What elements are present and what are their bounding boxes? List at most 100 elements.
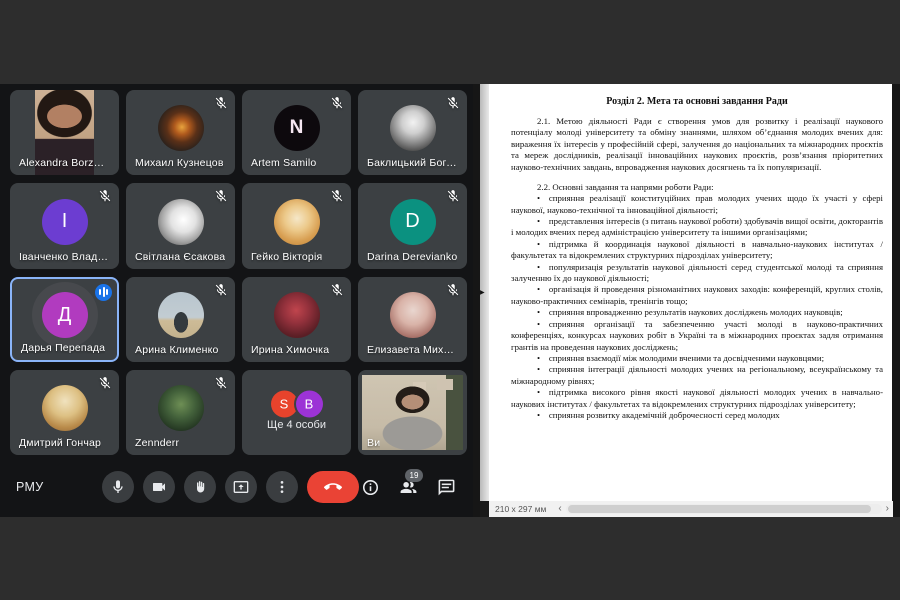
participant-tile-alexandra[interactable]: Alexandra Borzova (10, 90, 119, 176)
mic-muted-icon (214, 189, 228, 203)
participant-name: Світлана Єсакова (135, 250, 226, 263)
participant-name: Ирина Химочка (251, 343, 330, 356)
avatar (273, 291, 320, 338)
avatar-initial: Д (41, 292, 88, 339)
avatar-initial: D (389, 198, 436, 245)
overflow-avatars: S B (270, 390, 323, 418)
bullet-item: сприяння організації та забезпеченню уча… (511, 319, 883, 353)
meet-window: Alexandra Borzova Михаил Кузнецов N Arte… (0, 84, 473, 517)
mic-muted-icon (446, 96, 460, 110)
bullet-item: сприяння впровадженню результатів науков… (511, 307, 883, 318)
participant-name: Баклицький Богдан (367, 157, 458, 170)
bullet-item: сприяння реалізації конституційних прав … (511, 193, 883, 216)
mic-muted-icon (214, 96, 228, 110)
participant-tile[interactable]: Баклицький Богдан (358, 90, 467, 176)
call-end-icon (324, 478, 342, 496)
mic-muted-icon (214, 283, 228, 297)
participant-tile[interactable]: Елизавета Михайл... (358, 276, 467, 362)
bullet-item: організація й проведення різноманітних н… (511, 284, 883, 307)
participant-tile[interactable]: Арина Клименко (126, 276, 235, 362)
participant-tile[interactable]: Ирина Химочка (242, 276, 351, 362)
info-icon (361, 478, 380, 497)
participant-tile[interactable]: Zennderr (126, 369, 235, 455)
bullet-item: представлення інтересів (з питань науков… (511, 216, 883, 239)
bullet-item: сприяння розвитку академічній доброчесно… (511, 410, 883, 421)
chat-button[interactable] (435, 476, 457, 498)
camera-icon (151, 479, 167, 495)
participant-name: Darina Derevianko (367, 250, 458, 263)
participant-name: Дарья Перепада (21, 341, 106, 354)
meeting-details-button[interactable] (359, 476, 381, 498)
page-size-label: 210 x 297 мм (495, 504, 547, 514)
scroll-left-arrow[interactable]: ‹ (554, 502, 565, 516)
bullet-item: підтримка високого рівня якості наукової… (511, 387, 883, 410)
participant-grid: Alexandra Borzova Михаил Кузнецов N Arte… (0, 84, 473, 461)
bottom-letterbox (0, 517, 900, 600)
present-screen-button[interactable] (225, 471, 257, 503)
participant-name: Гейко Вікторія (251, 250, 323, 263)
participant-tile[interactable]: Гейко Вікторія (242, 183, 351, 269)
overflow-participants-tile[interactable]: S B Ще 4 особи (242, 369, 351, 455)
mic-muted-icon (330, 189, 344, 203)
document-page: Розділ 2. Мета та основні завдання Ради … (489, 84, 892, 501)
avatar (157, 198, 204, 245)
speaking-indicator-icon (95, 283, 112, 301)
participant-tile[interactable]: І Іванченко Владисл... (10, 183, 119, 269)
mic-muted-icon (98, 376, 112, 390)
screen: Alexandra Borzova Михаил Кузнецов N Arte… (0, 0, 900, 600)
bullet-item: популяризація результатів наукової діяль… (511, 262, 883, 285)
content-area: Alexandra Borzova Михаил Кузнецов N Arte… (0, 84, 900, 517)
avatar (157, 385, 204, 432)
participants-button[interactable]: 19 (397, 469, 423, 498)
participant-name: Михаил Кузнецов (135, 157, 224, 170)
participant-name: Елизавета Михайл... (367, 343, 458, 356)
participant-name: Artem Samilo (251, 157, 317, 170)
paragraph: 2.1. Метою діяльності Ради є створення у… (511, 116, 883, 172)
mic-muted-icon (98, 189, 112, 203)
participant-tile[interactable]: Світлана Єсакова (126, 183, 235, 269)
participant-name: Zennderr (135, 437, 180, 449)
meet-control-bar: РМУ 19 (0, 461, 473, 517)
avatar (157, 291, 204, 338)
avatar (389, 105, 436, 152)
viewer-right-edge (892, 84, 900, 517)
participant-name: Арина Клименко (135, 343, 219, 356)
avatar: N (273, 105, 320, 152)
horizontal-scrollbar[interactable] (565, 504, 882, 514)
mic-muted-icon (446, 283, 460, 297)
avatar (41, 385, 88, 432)
microphone-button[interactable] (102, 471, 134, 503)
document-viewer: ▶ Розділ 2. Мета та основні завдання Рад… (473, 84, 900, 517)
scrollbar-thumb[interactable] (567, 505, 872, 513)
participant-tile[interactable]: N Artem Samilo (242, 90, 351, 176)
paragraph: 2.2. Основні завдання та напрями роботи … (537, 181, 714, 192)
document-heading: Розділ 2. Мета та основні завдання Ради (606, 96, 788, 107)
meeting-code-label: РМУ (16, 480, 44, 494)
more-options-button[interactable] (266, 471, 298, 503)
camera-button[interactable] (143, 471, 175, 503)
mic-muted-icon (214, 376, 228, 390)
document-statusbar: 210 x 297 мм ‹ › (489, 501, 893, 517)
end-call-button[interactable] (307, 471, 359, 503)
bullet-item: сприяння взаємодії між молодими вченими … (511, 353, 883, 364)
avatar (273, 198, 320, 245)
raise-hand-button[interactable] (184, 471, 216, 503)
participant-tile[interactable]: Дмитрий Гончар (10, 369, 119, 455)
avatar (157, 105, 204, 152)
mic-icon (110, 479, 126, 495)
participant-count-badge: 19 (405, 469, 423, 482)
hand-icon (192, 479, 208, 495)
top-letterbox (0, 0, 900, 84)
scroll-right-arrow[interactable]: › (882, 502, 893, 516)
bullet-item: підтримка й координація наукової діяльно… (511, 239, 883, 262)
overflow-avatar: S (270, 390, 298, 418)
participant-tile[interactable]: Михаил Кузнецов (126, 90, 235, 176)
more-vert-icon (274, 479, 290, 495)
mic-muted-icon (330, 96, 344, 110)
self-label: Ви (367, 437, 381, 449)
participant-tile-speaking[interactable]: Д Дарья Перепада (10, 276, 119, 362)
self-view-tile[interactable]: Ви (358, 369, 467, 455)
participant-tile[interactable]: D Darina Derevianko (358, 183, 467, 269)
participant-name: Іванченко Владисл... (19, 250, 110, 263)
chat-icon (437, 478, 456, 497)
